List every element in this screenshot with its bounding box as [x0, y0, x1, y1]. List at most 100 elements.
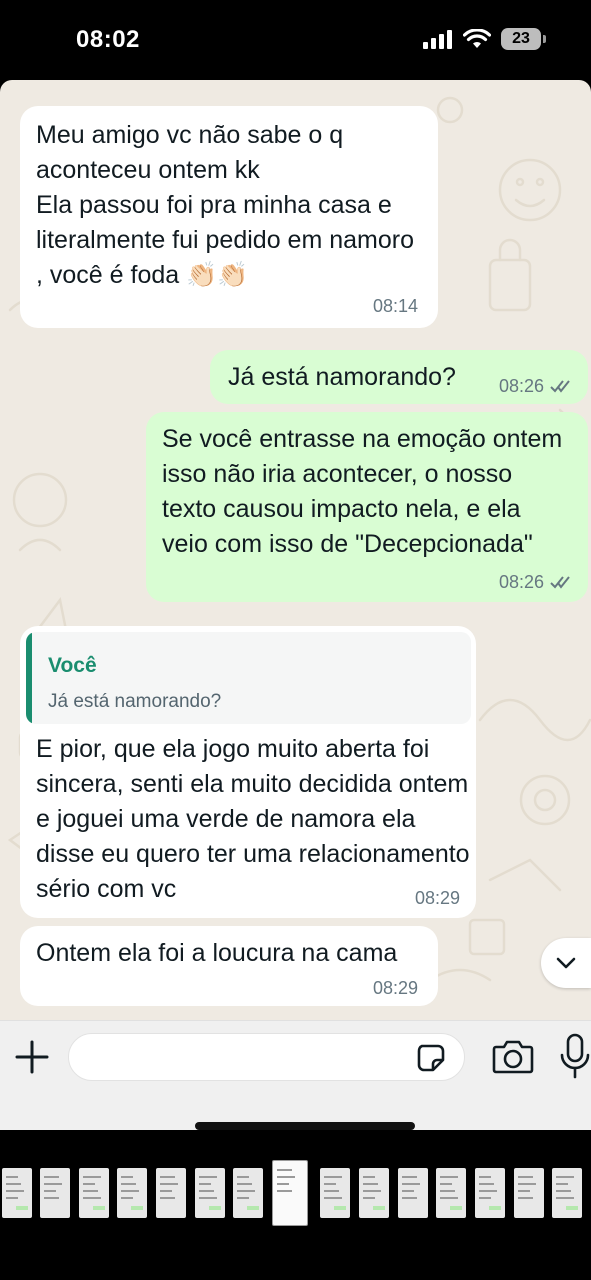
battery-icon: 23 [501, 28, 546, 50]
thumbnail-line [363, 1197, 375, 1199]
thumbnail-line [237, 1190, 255, 1192]
thumbnail-line [518, 1190, 530, 1192]
thumbnail-line [83, 1197, 101, 1199]
thumbnail-line [479, 1197, 491, 1199]
thumbnail-line [237, 1176, 249, 1178]
screenshot-thumbnail[interactable] [320, 1168, 350, 1218]
screenshot-thumbnail[interactable] [398, 1168, 428, 1218]
message-text: E pior, que ela jogo muito aberta foi si… [36, 735, 470, 903]
chat-screen: Meu amigo vc não sabe o q aconteceu onte… [0, 80, 591, 1130]
thumbnail-line [440, 1190, 455, 1192]
message-input[interactable] [68, 1033, 465, 1081]
wifi-icon [463, 29, 491, 48]
message-bubble-outgoing[interactable]: Se você entrasse na emoção ontem isso nã… [146, 412, 588, 602]
screenshot-thumbnail[interactable] [475, 1168, 505, 1218]
screenshot-thumbnail[interactable] [272, 1160, 308, 1226]
thumbnail-bubble [16, 1206, 28, 1210]
thumbnail-line [6, 1190, 24, 1192]
message-bubble-incoming[interactable]: Meu amigo vc não sabe o q aconteceu onte… [20, 106, 438, 328]
thumbnail-line [556, 1183, 568, 1185]
sticker-icon[interactable] [416, 1043, 446, 1073]
screenshot-thumbnail[interactable] [514, 1168, 544, 1218]
screenshot-thumbnail[interactable] [552, 1168, 582, 1218]
message-time: 08:29 [372, 978, 418, 998]
thumbnail-line [479, 1190, 497, 1192]
mic-icon[interactable] [560, 1033, 590, 1079]
message-meta: 08:26 [499, 376, 574, 396]
battery-level: 23 [512, 30, 530, 47]
thumbnail-line [160, 1183, 178, 1185]
thumbnail-line [402, 1197, 417, 1199]
screenshot-thumbnail[interactable] [195, 1168, 225, 1218]
thumbnail-line [556, 1197, 574, 1199]
thumbnail-line [518, 1176, 533, 1178]
thumbnail-line [363, 1190, 381, 1192]
home-indicator[interactable] [195, 1122, 415, 1130]
screenshot-thumbnail[interactable] [79, 1168, 109, 1218]
screenshot-thumbnail[interactable] [359, 1168, 389, 1218]
quoted-message[interactable]: Você Já está namorando? [26, 632, 471, 724]
thumbnail-line [199, 1183, 211, 1185]
status-icons: 23 [423, 28, 546, 50]
screenshot-thumbnail[interactable] [2, 1168, 32, 1218]
chevron-down-icon [556, 957, 576, 969]
status-time: 08:02 [76, 26, 140, 53]
thumbnail-line [324, 1183, 336, 1185]
thumbnail-line [121, 1183, 136, 1185]
thumbnail-line [6, 1183, 21, 1185]
message-list[interactable]: Meu amigo vc não sabe o q aconteceu onte… [0, 80, 591, 1020]
thumbnail-line [440, 1183, 452, 1185]
thumbnail-line [44, 1176, 59, 1178]
thumbnail-line [160, 1190, 172, 1192]
message-bubble-incoming[interactable]: Ontem ela foi a loucura na cama 08:29 [20, 926, 438, 1006]
thumbnail-line [440, 1197, 458, 1199]
screenshot-thumbnail[interactable] [40, 1168, 70, 1218]
message-time: 08:26 [498, 572, 544, 592]
status-bar: 08:02 23 [0, 0, 591, 80]
screenshot-thumbnail[interactable] [156, 1168, 186, 1218]
quote-accent-bar [26, 632, 32, 724]
battery-nub [543, 35, 546, 43]
read-ticks-icon [550, 576, 570, 589]
quote-text: Já está namorando? [48, 691, 222, 712]
thumbnail-line [199, 1190, 214, 1192]
thumbnail-bubble [489, 1206, 501, 1210]
thumbnail-line [121, 1190, 139, 1192]
thumbnail-line [556, 1176, 574, 1178]
screenshot-thumbnail[interactable] [436, 1168, 466, 1218]
thumbnail-line [44, 1183, 62, 1185]
message-time: 08:29 [414, 888, 460, 908]
scroll-to-bottom-button[interactable] [541, 938, 591, 988]
thumbnail-bubble [334, 1206, 346, 1210]
thumbnail-line [199, 1176, 217, 1178]
thumbnail-line [44, 1197, 59, 1199]
message-meta: 08:29 [373, 978, 418, 998]
thumbnail-line [277, 1176, 295, 1178]
thumbnail-strip [0, 1150, 591, 1240]
message-bubble-incoming[interactable]: Você Já está namorando? E pior, que ela … [20, 626, 476, 918]
thumbnail-bubble [373, 1206, 385, 1210]
screenshot-thumbnail[interactable] [233, 1168, 263, 1218]
thumbnail-line [44, 1190, 56, 1192]
composer-bar [0, 1020, 591, 1130]
thumbnail-line [518, 1183, 536, 1185]
screenshot-thumbnail[interactable] [117, 1168, 147, 1218]
thumbnail-line [160, 1197, 175, 1199]
thumbnail-line [237, 1183, 252, 1185]
message-bubble-outgoing[interactable]: Já está namorando? 08:26 [210, 350, 588, 404]
thumbnail-bubble [93, 1206, 105, 1210]
quote-author: Você [48, 654, 97, 677]
thumbnail-bubble [566, 1206, 578, 1210]
thumbnail-line [277, 1190, 292, 1192]
thumbnail-line [324, 1190, 339, 1192]
message-time: 08:26 [498, 376, 544, 396]
thumbnail-line [440, 1176, 458, 1178]
message-text: Meu amigo vc não sabe o q aconteceu onte… [36, 121, 414, 289]
message-text: Se você entrasse na emoção ontem isso nã… [162, 425, 563, 558]
thumbnail-line [363, 1183, 378, 1185]
thumbnail-line [277, 1183, 289, 1185]
camera-icon[interactable] [492, 1037, 534, 1075]
thumbnail-bubble [450, 1206, 462, 1210]
message-text: Ontem ela foi a loucura na cama [36, 939, 398, 967]
plus-icon[interactable] [12, 1037, 52, 1077]
